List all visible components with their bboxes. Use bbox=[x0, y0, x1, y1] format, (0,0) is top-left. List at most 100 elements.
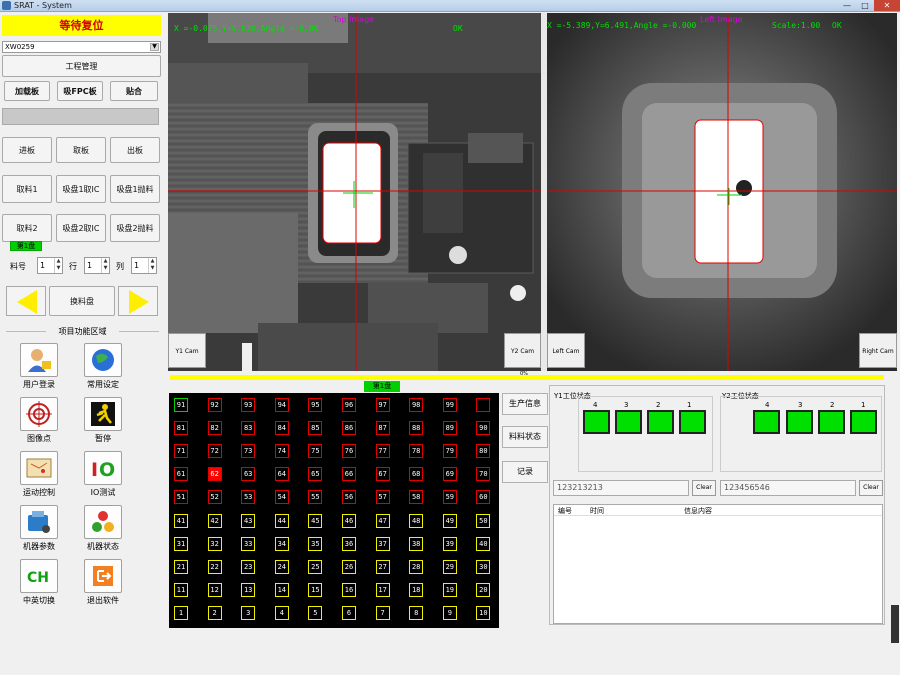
tray-cell[interactable]: 77 bbox=[375, 444, 390, 459]
machine-status-button[interactable]: 机器状态 bbox=[72, 505, 134, 557]
tray-cell[interactable]: 8 bbox=[409, 605, 424, 620]
tray-cell[interactable]: 54 bbox=[274, 490, 289, 505]
image-point-button[interactable]: 图像点 bbox=[8, 397, 70, 449]
suck-throw1-button[interactable]: 吸盘1抛料 bbox=[110, 175, 160, 203]
left-camera-view[interactable]: X =-5.389,Y=6.491,Angle =-0.000 Left Ima… bbox=[547, 13, 897, 371]
tray-cell[interactable]: 42 bbox=[207, 513, 222, 528]
tray-cell[interactable]: 4 bbox=[274, 605, 289, 620]
suck-fetch1-button[interactable]: 吸盘1取IC bbox=[56, 175, 106, 203]
user-login-icon[interactable] bbox=[20, 343, 58, 377]
close-button[interactable]: ✕ bbox=[874, 0, 900, 11]
fpc-board-button[interactable]: 吸FPC板 bbox=[57, 81, 103, 101]
tray-cell[interactable]: 7 bbox=[375, 605, 390, 620]
tray-cell[interactable]: 66 bbox=[342, 467, 356, 482]
tray-cell[interactable]: 70 bbox=[476, 467, 491, 482]
tray-cell[interactable]: 34 bbox=[274, 536, 289, 551]
tray-cell[interactable]: 24 bbox=[274, 559, 289, 574]
maximize-button[interactable]: □ bbox=[856, 0, 874, 11]
tray-cell[interactable]: 20 bbox=[476, 582, 491, 597]
tray-cell[interactable]: 44 bbox=[274, 513, 289, 528]
chevron-down-icon[interactable]: ▼ bbox=[150, 43, 159, 51]
production-info-button[interactable]: 生产信息 bbox=[502, 393, 548, 415]
tray-cell[interactable]: 90 bbox=[476, 421, 491, 436]
exit-board-button[interactable]: 出板 bbox=[110, 137, 160, 163]
record-button[interactable]: 记录 bbox=[502, 461, 548, 483]
tray-cell[interactable]: 97 bbox=[375, 398, 390, 412]
tray-cell[interactable]: 74 bbox=[274, 444, 289, 459]
tray-cell[interactable]: 58 bbox=[409, 490, 424, 505]
tray-cell[interactable]: 78 bbox=[409, 444, 424, 459]
tray-spinner[interactable]: 1 ▲ ▼ bbox=[37, 257, 63, 274]
tray-cell[interactable]: 88 bbox=[409, 421, 424, 436]
take-board-button[interactable]: 取板 bbox=[56, 137, 106, 163]
station1-code-field[interactable]: 123213213 bbox=[553, 480, 689, 496]
tray-cell[interactable]: 5 bbox=[308, 605, 323, 620]
tray-cell[interactable]: 89 bbox=[442, 421, 457, 436]
tray-cell[interactable]: 79 bbox=[442, 444, 457, 459]
minimize-button[interactable]: — bbox=[838, 0, 856, 11]
tray-cell[interactable]: 99 bbox=[442, 398, 457, 412]
station2-code-field[interactable]: 123456546 bbox=[720, 480, 856, 496]
project-manage-button[interactable]: 工程管理 bbox=[2, 55, 161, 77]
station2-clear-button[interactable]: Clear bbox=[859, 480, 883, 496]
tray-cell[interactable]: 31 bbox=[174, 536, 188, 551]
tray-cell[interactable]: 95 bbox=[308, 398, 323, 412]
tray-cell[interactable]: 73 bbox=[241, 444, 256, 459]
tray-cell[interactable]: 6 bbox=[342, 605, 356, 620]
tray-cell[interactable]: 85 bbox=[308, 421, 323, 436]
tray-cell[interactable]: 37 bbox=[375, 536, 390, 551]
tray-cell[interactable]: 25 bbox=[308, 559, 323, 574]
tray-cell[interactable]: 67 bbox=[375, 467, 390, 482]
tray-cell[interactable]: 41 bbox=[174, 513, 188, 528]
tray-cell[interactable]: 75 bbox=[308, 444, 323, 459]
tray-cell[interactable]: 57 bbox=[375, 490, 390, 505]
tray-cell[interactable]: 72 bbox=[207, 444, 222, 459]
tray-cell[interactable]: 30 bbox=[476, 559, 491, 574]
tray-cell[interactable]: 33 bbox=[241, 536, 256, 551]
enter-board-button[interactable]: 进板 bbox=[2, 137, 52, 163]
y2-cam-button[interactable]: Y2 Cam bbox=[504, 333, 541, 368]
exit-icon[interactable] bbox=[84, 559, 122, 593]
fetch1-button[interactable]: 取料1 bbox=[2, 175, 52, 203]
tray-cell[interactable]: 45 bbox=[308, 513, 323, 528]
station1-clear-button[interactable]: Clear bbox=[692, 480, 716, 496]
tray-cell[interactable]: 61 bbox=[174, 467, 188, 482]
tray-cell[interactable]: 35 bbox=[308, 536, 323, 551]
machine-status-icon[interactable] bbox=[84, 505, 122, 539]
tray-cell[interactable]: 94 bbox=[274, 398, 289, 412]
tray-cell[interactable]: 13 bbox=[241, 582, 256, 597]
tray-cell[interactable]: 87 bbox=[375, 421, 390, 436]
scrollbar[interactable] bbox=[891, 605, 899, 643]
tray-cell[interactable]: 12 bbox=[207, 582, 222, 597]
tray-cell[interactable]: 93 bbox=[241, 398, 256, 412]
tray-cell[interactable]: 21 bbox=[174, 559, 188, 574]
io-icon[interactable]: IO bbox=[84, 451, 122, 485]
row-spinner[interactable]: 1 ▲ ▼ bbox=[84, 257, 110, 274]
language-switch-icon[interactable]: CH bbox=[20, 559, 58, 593]
reset-tray-button[interactable]: 换料盘 bbox=[49, 286, 115, 316]
machine-params-icon[interactable] bbox=[20, 505, 58, 539]
tray-cell[interactable]: 65 bbox=[308, 467, 323, 482]
tray-cell[interactable]: 2 bbox=[207, 605, 222, 620]
tray-cell[interactable]: 83 bbox=[241, 421, 256, 436]
material-status-button[interactable]: 料料状态 bbox=[502, 426, 548, 448]
tray-cell[interactable]: 9 bbox=[442, 605, 457, 620]
y1-cam-button[interactable]: Y1 Cam bbox=[168, 333, 206, 368]
attach-button[interactable]: 贴合 bbox=[110, 81, 158, 101]
tray-cell[interactable]: 39 bbox=[442, 536, 457, 551]
tray-cell[interactable]: 91 bbox=[174, 398, 188, 412]
tray-cell[interactable]: 92 bbox=[207, 398, 222, 412]
tray-cell[interactable]: 19 bbox=[442, 582, 457, 597]
tray-cell[interactable]: 11 bbox=[174, 582, 188, 597]
tray-cell[interactable]: 98 bbox=[409, 398, 424, 412]
tray-cell[interactable]: 53 bbox=[241, 490, 256, 505]
user-login-button[interactable]: 用户登录 bbox=[8, 343, 70, 395]
tray-cell[interactable]: 38 bbox=[409, 536, 424, 551]
tray-cell[interactable]: 59 bbox=[442, 490, 457, 505]
left-cam-button[interactable]: Left Cam bbox=[547, 333, 585, 368]
next-button[interactable] bbox=[118, 286, 158, 316]
tray-cell[interactable]: 69 bbox=[442, 467, 457, 482]
load-board-button[interactable]: 加载板 bbox=[4, 81, 50, 101]
crosshair-icon[interactable] bbox=[20, 397, 58, 431]
tray-cell[interactable]: 86 bbox=[342, 421, 356, 436]
